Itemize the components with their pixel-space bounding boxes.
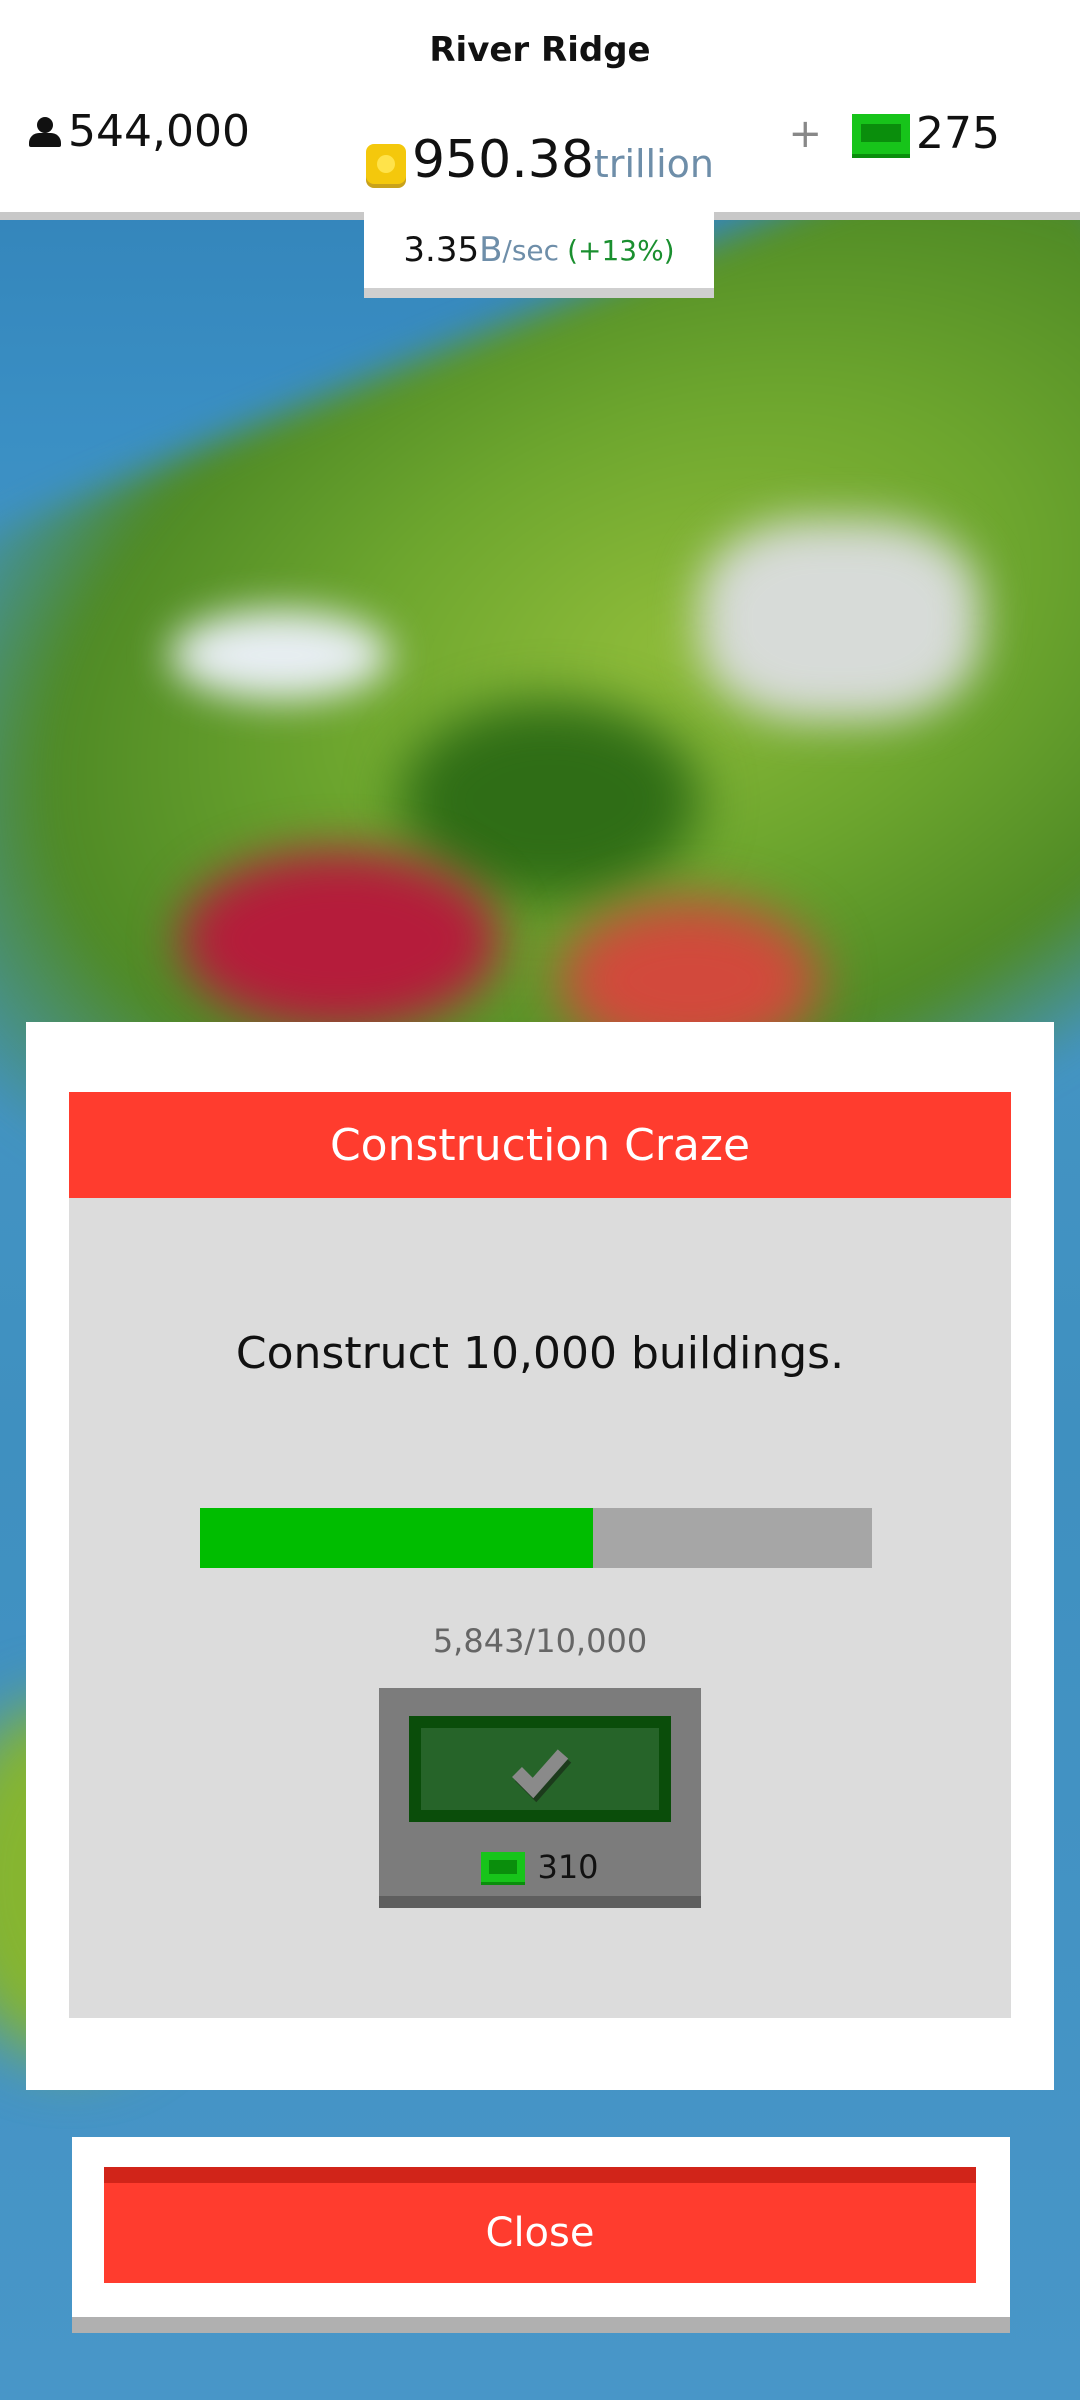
achievement-description: Construct 10,000 buildings.	[235, 1328, 845, 1379]
achievement-modal: Construction Craze Construct 10,000 buil…	[26, 1022, 1054, 2090]
claim-reward-panel: 310	[379, 1688, 701, 1908]
income-rate-per: /sec	[502, 233, 560, 267]
income-rate-value: 3.35	[403, 230, 480, 270]
reward-value: 310	[537, 1848, 599, 1886]
achievement-title: Construction Craze	[329, 1119, 751, 1171]
progress-bar	[200, 1508, 872, 1568]
achievement-header: Construction Craze	[69, 1092, 1011, 1198]
income-rate-tab: 3.35 B /sec (+13%)	[364, 212, 714, 298]
income-rate-bonus: (+13%)	[567, 233, 675, 267]
bills-display[interactable]: + 275	[789, 108, 1001, 159]
cash-bill-icon	[481, 1852, 526, 1882]
bills-value: 275	[916, 108, 1000, 159]
reward-amount: 310	[379, 1848, 701, 1886]
cash-value: 950.38	[411, 130, 594, 190]
cash-bill-icon	[852, 113, 911, 154]
income-rate-unit: B	[479, 230, 503, 270]
add-bills-button[interactable]: +	[789, 111, 823, 157]
cash-unit: trillion	[593, 142, 715, 186]
city-name: River Ridge	[429, 30, 651, 70]
close-panel: Close	[72, 2137, 1010, 2333]
coin-icon	[365, 144, 406, 184]
progress-bar-fill	[200, 1508, 593, 1568]
top-status-bar: River Ridge 544,000 950.38 trillion + 27…	[0, 0, 1080, 220]
checkmark-icon	[512, 1749, 572, 1803]
claim-button[interactable]	[409, 1716, 671, 1822]
close-button[interactable]: Close	[104, 2167, 976, 2283]
close-button-label: Close	[485, 2210, 595, 2256]
achievement-body: Construct 10,000 buildings. 5,843/10,000…	[69, 1198, 1011, 2018]
progress-text: 5,843/10,000	[432, 1622, 648, 1660]
